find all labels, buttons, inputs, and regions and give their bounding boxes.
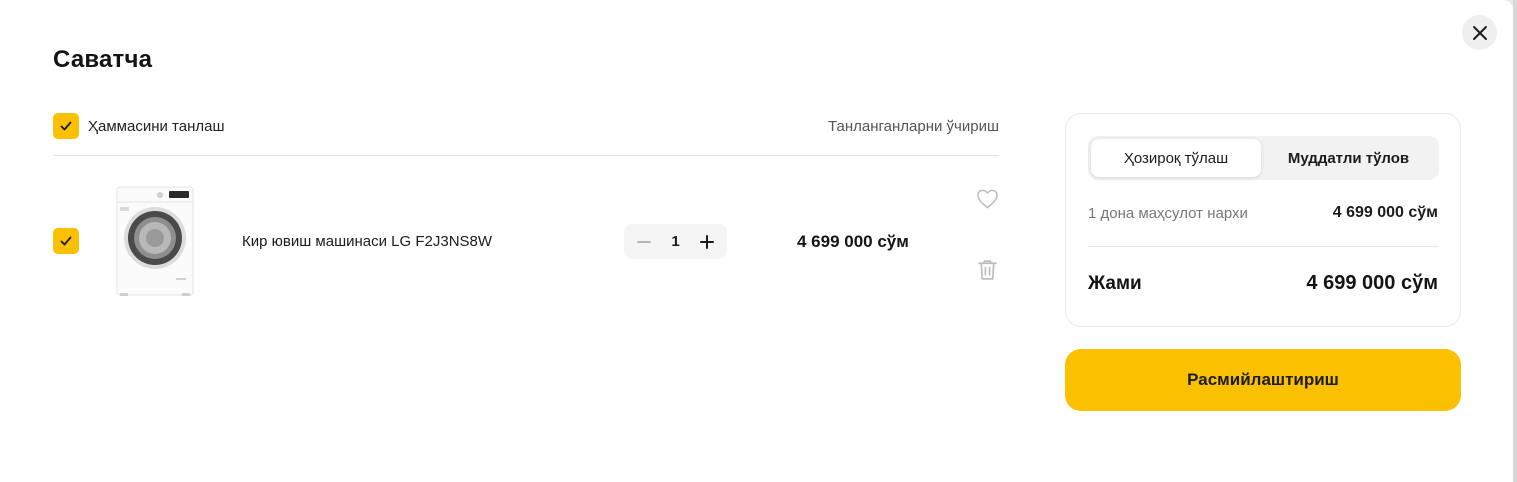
- trash-icon[interactable]: [977, 258, 998, 281]
- check-icon: [60, 236, 72, 246]
- tab-pay-now[interactable]: Ҳозироқ тўлаш: [1091, 139, 1261, 177]
- unit-price-label: 1 дона маҳсулот нархи: [1088, 205, 1248, 222]
- item-name[interactable]: Кир ювиш машинаси LG F2J3NS8W: [242, 233, 492, 250]
- quantity-stepper: 1: [624, 224, 727, 259]
- check-icon: [60, 121, 72, 131]
- washing-machine-image[interactable]: [114, 185, 196, 297]
- minus-icon: [637, 240, 651, 243]
- select-all-row: Ҳаммасини танлаш: [53, 113, 224, 139]
- divider: [53, 155, 999, 156]
- order-summary-panel: Ҳозироқ тўлаш Муддатли тўлов 1 дона маҳс…: [1065, 113, 1461, 327]
- tab-installment[interactable]: Муддатли тўлов: [1261, 139, 1436, 177]
- payment-type-tabs: Ҳозироқ тўлаш Муддатли тўлов: [1088, 136, 1439, 180]
- page-title: Саватча: [53, 46, 153, 73]
- plus-icon: [700, 234, 714, 249]
- close-icon: [1472, 25, 1487, 40]
- cart-modal: Саватча Ҳаммасини танлаш Танланганларни …: [0, 0, 1513, 482]
- total-value: 4 699 000 сўм: [1306, 272, 1438, 294]
- unit-price-value: 4 699 000 сўм: [1332, 204, 1438, 221]
- quantity-value: 1: [671, 233, 680, 250]
- decrease-quantity-button[interactable]: [634, 232, 654, 252]
- total-label: Жами: [1088, 273, 1142, 294]
- page-edge: [1513, 0, 1517, 482]
- item-checkbox[interactable]: [53, 228, 79, 254]
- delete-selected-link[interactable]: Танланганларни ўчириш: [828, 118, 999, 135]
- divider: [1088, 246, 1439, 247]
- close-button[interactable]: [1462, 15, 1497, 50]
- increase-quantity-button[interactable]: [697, 232, 717, 252]
- heart-icon[interactable]: [976, 188, 999, 210]
- item-price: 4 699 000 сўм: [797, 232, 909, 251]
- select-all-checkbox[interactable]: [53, 113, 79, 139]
- checkout-button[interactable]: Расмийлаштириш: [1065, 349, 1461, 411]
- select-all-label[interactable]: Ҳаммасини танлаш: [88, 118, 224, 135]
